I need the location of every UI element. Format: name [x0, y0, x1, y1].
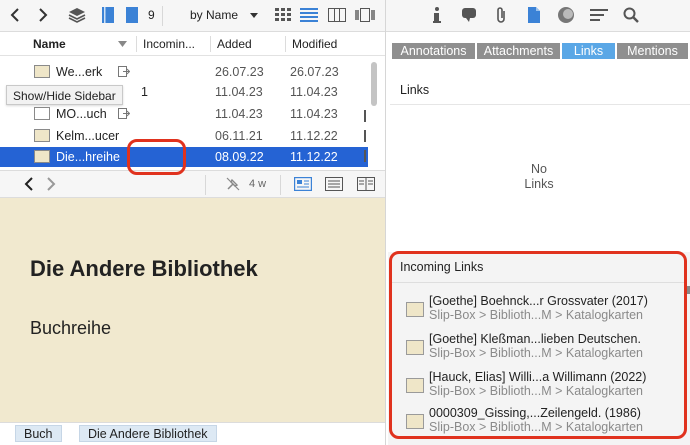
row-incoming: 1	[141, 85, 148, 99]
forward-button[interactable]	[32, 4, 54, 26]
pin-icon[interactable]	[222, 173, 244, 195]
note-list-toggle-icon[interactable]	[121, 4, 143, 26]
annotation-highlight-incoming-links	[389, 251, 687, 439]
no-links-line: Links	[524, 177, 554, 191]
table-row[interactable]: We...erk 26.07.23 26.07.23	[0, 62, 368, 82]
column-added[interactable]: Added	[217, 37, 252, 51]
link-out-icon	[118, 108, 130, 119]
sidebar-tooltip: Show/Hide Sidebar	[6, 85, 123, 105]
tab-links[interactable]: Links	[562, 43, 615, 59]
comment-icon[interactable]	[458, 4, 480, 26]
palette-icon[interactable]	[555, 4, 577, 26]
note-editor[interactable]: Die Andere Bibliothek Buchreihe	[0, 198, 385, 422]
search-icon[interactable]	[620, 4, 642, 26]
paperclip-icon[interactable]	[490, 4, 512, 26]
tab-annotations[interactable]: Annotations	[392, 43, 475, 59]
word-count: 4 w	[249, 178, 267, 190]
column-view-icon[interactable]	[326, 4, 348, 26]
row-name: We...erk	[56, 65, 103, 79]
divider	[390, 104, 690, 105]
sort-chevron-icon[interactable]	[118, 41, 127, 47]
row-modified: 11.04.23	[290, 107, 338, 121]
outline-icon[interactable]	[588, 4, 610, 26]
table-scrollbar[interactable]	[371, 62, 377, 106]
split-mode-icon[interactable]	[355, 173, 377, 195]
row-added: 08.09.22	[215, 150, 264, 164]
row-modified: 11.12.22	[290, 129, 338, 143]
link-out-icon	[118, 66, 130, 77]
tag-chip[interactable]: Buch	[15, 425, 62, 442]
table-overflow-column	[364, 108, 367, 168]
no-links-message: No Links	[500, 162, 578, 192]
layers-icon[interactable]	[66, 4, 88, 26]
tab-mentions[interactable]: Mentions	[617, 43, 688, 59]
editor-toolbar: 4 w	[0, 170, 385, 198]
info-icon[interactable]	[426, 4, 448, 26]
grid-view-icon[interactable]	[272, 4, 294, 26]
row-added: 06.11.21	[215, 129, 263, 143]
note-table-header: Name Incomin... Added Modified	[0, 32, 385, 56]
row-name: Die...hreihe	[56, 150, 120, 164]
tags-bar: Buch Die Andere Bibliothek	[0, 422, 385, 445]
row-modified: 11.04.23	[290, 85, 338, 99]
note-title[interactable]: Die Andere Bibliothek	[30, 256, 258, 282]
annotation-highlight-incoming-column	[127, 139, 186, 175]
row-added: 11.04.23	[215, 107, 263, 121]
no-links-line: No	[531, 162, 547, 176]
column-modified[interactable]: Modified	[292, 37, 337, 51]
back-button[interactable]	[4, 4, 26, 26]
note-icon	[34, 150, 50, 163]
sort-dropdown[interactable]: by Name	[190, 8, 238, 22]
library-toolbar: 9 by Name	[0, 0, 385, 32]
row-name: MO...uch	[56, 107, 107, 121]
table-row[interactable]: MO...uch 11.04.23 11.04.23	[0, 104, 368, 124]
note-body[interactable]: Buchreihe	[30, 318, 111, 339]
pane-divider[interactable]	[385, 0, 386, 445]
sidebar-toggle-icon[interactable]	[97, 4, 119, 26]
document-icon[interactable]	[523, 4, 545, 26]
note-icon	[34, 129, 50, 142]
row-added: 11.04.23	[215, 85, 263, 99]
preview-mode-icon[interactable]	[292, 173, 314, 195]
row-modified: 26.07.23	[290, 65, 339, 79]
chevron-down-icon[interactable]	[250, 13, 258, 19]
editor-forward-button[interactable]	[40, 173, 62, 195]
inspector-toolbar	[386, 0, 690, 32]
note-icon	[34, 107, 50, 120]
edit-mode-icon[interactable]	[323, 173, 345, 195]
row-name: Kelm...ucer	[56, 129, 120, 143]
tag-chip[interactable]: Die Andere Bibliothek	[79, 425, 217, 442]
row-added: 26.07.23	[215, 65, 264, 79]
row-modified: 11.12.22	[290, 150, 338, 164]
note-count: 9	[148, 8, 155, 22]
links-heading: Links	[400, 83, 430, 97]
editor-back-button[interactable]	[18, 173, 40, 195]
gallery-view-icon[interactable]	[354, 4, 376, 26]
list-view-icon[interactable]	[298, 4, 320, 26]
column-incoming[interactable]: Incomin...	[143, 37, 195, 51]
note-icon	[34, 65, 50, 78]
column-name[interactable]: Name	[33, 37, 66, 51]
tab-attachments[interactable]: Attachments	[477, 43, 560, 59]
